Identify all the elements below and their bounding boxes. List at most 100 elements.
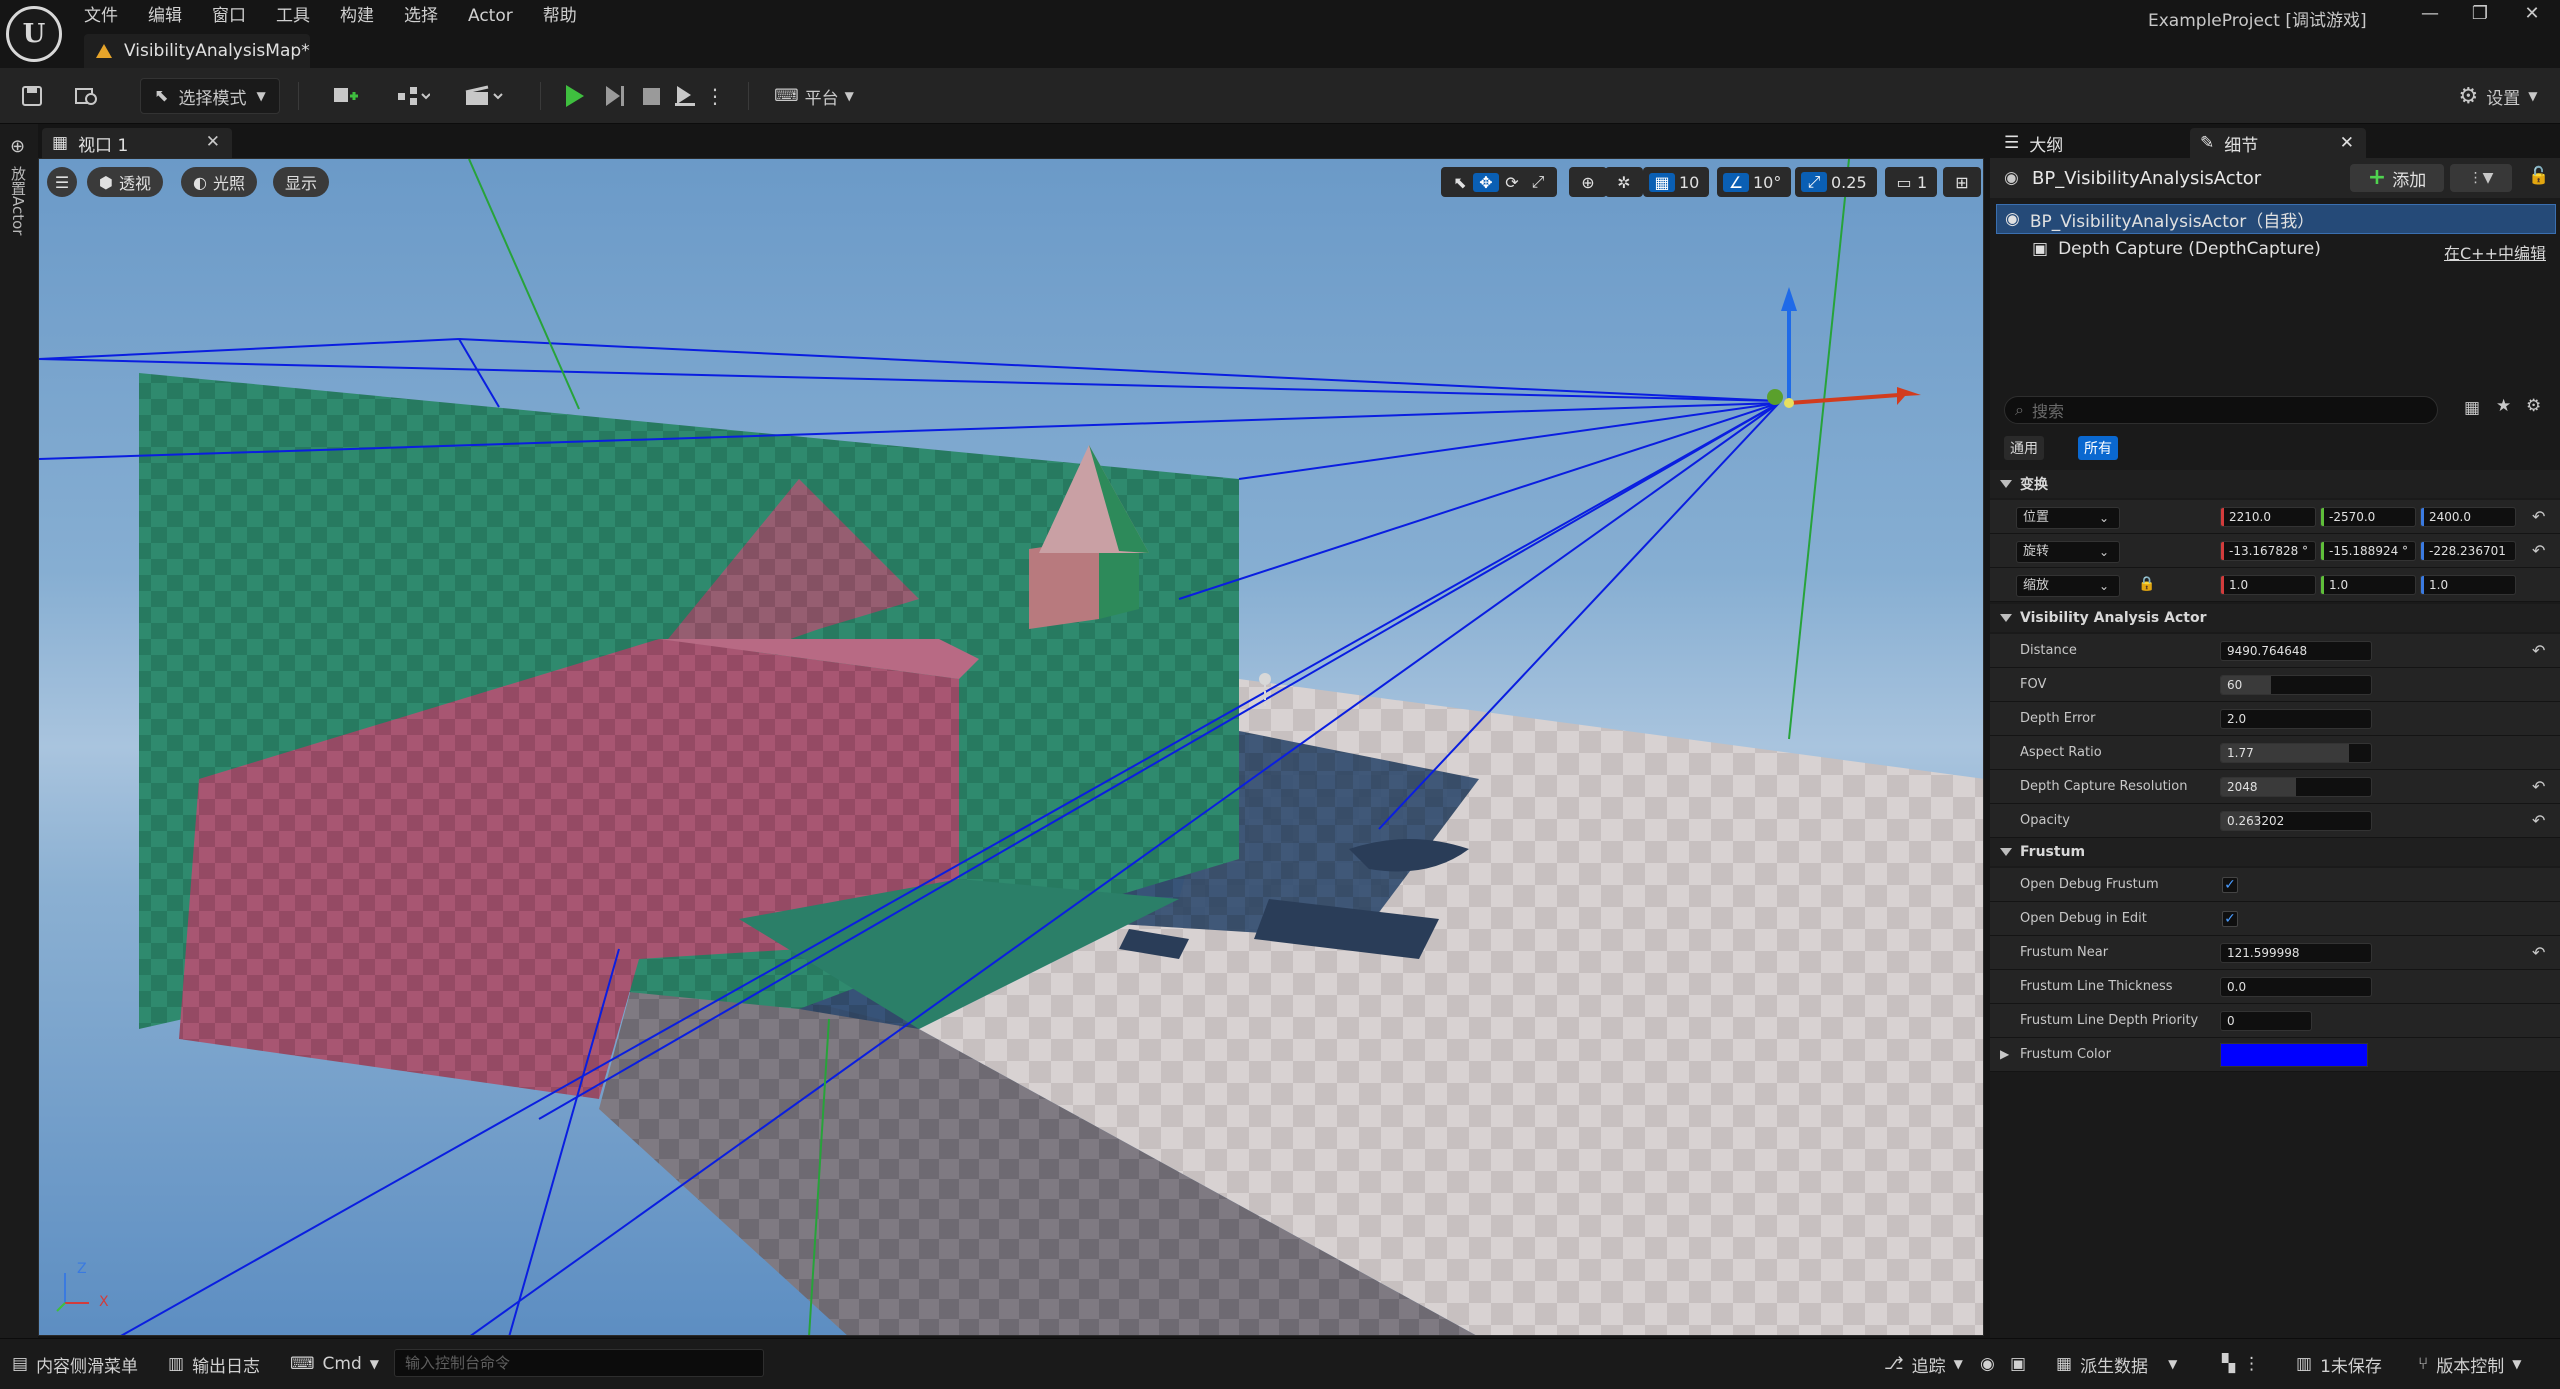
rotation-snap-button[interactable]: ∠ 10° [1717,167,1792,197]
scale-tool-icon[interactable]: ⤢ [1525,172,1551,192]
play-button[interactable] [560,78,590,114]
aspect-ratio-slider[interactable]: 1.77 [2220,743,2372,763]
reset-arrow-icon[interactable]: ↶ [2532,541,2545,560]
opacity-slider[interactable]: 0.263202 [2220,811,2372,831]
derived-data-dropdown[interactable]: ▦ 派生数据 ▼ [2056,1351,2177,1377]
rotation-x-field[interactable]: -13.167828 ° [2220,541,2316,561]
camera-speed-button[interactable]: ▭ 1 [1885,167,1938,197]
reset-arrow-icon[interactable]: ↶ [2532,943,2545,962]
lit-button[interactable]: ◐ 光照 [181,167,257,197]
resolution-slider[interactable]: 2048 [2220,777,2372,797]
add-component-button[interactable]: + 添加 [2350,164,2444,192]
blueprint-options-button[interactable]: ⋮▼ [2450,164,2512,192]
menu-edit[interactable]: 编辑 [148,2,197,30]
source-control-dropdown[interactable]: ⑂ 版本控制 ▼ [2418,1351,2521,1377]
place-actors-tab[interactable]: 放置Actor [8,166,29,235]
distance-field[interactable]: 9490.764648 [2220,641,2372,661]
table-view-icon[interactable]: ▦ [2464,398,2480,418]
close-tab-icon[interactable]: ✕ [206,132,220,152]
lock-icon[interactable]: 🔒 [2138,576,2155,592]
scale-z-field[interactable]: 1.0 [2420,575,2516,595]
menu-build[interactable]: 构建 [340,2,389,30]
cinematics-icon[interactable] [456,78,512,114]
maximize-button[interactable]: ❐ [2460,2,2500,26]
menu-help[interactable]: 帮助 [543,2,592,30]
viewport-menu-button[interactable]: ☰ [47,167,77,197]
open-debug-edit-checkbox[interactable]: ✓ [2222,911,2238,927]
screenshot-button[interactable]: ▣ [2010,1351,2026,1377]
frustum-color-swatch[interactable] [2220,1043,2368,1067]
gear-icon[interactable]: ⚙ [2526,396,2541,416]
open-debug-frustum-checkbox[interactable]: ✓ [2222,877,2238,893]
console-command-input[interactable]: 输入控制台命令 [394,1349,764,1377]
stop-button[interactable] [636,78,666,114]
frustum-section-header[interactable]: Frustum [1990,838,2560,866]
unreal-logo-icon[interactable]: U [6,6,62,62]
scale-x-field[interactable]: 1.0 [2220,575,2316,595]
menu-select[interactable]: 选择 [404,2,453,30]
rotation-dropdown[interactable]: 旋转 ⌄ [2016,541,2120,563]
surface-snap-button[interactable]: ✲ [1605,167,1643,197]
translate-tool-icon[interactable]: ✥ [1473,172,1499,192]
perspective-button[interactable]: ⬢ 透视 [87,167,163,197]
content-browser-icon[interactable] [68,78,104,114]
select-mode-dropdown[interactable]: ⬉ 选择模式 ▼ [140,78,280,114]
tab-outliner[interactable]: ☰ 大纲 [1994,128,2184,158]
location-x-field[interactable]: 2210.0 [2220,507,2316,527]
rotation-z-field[interactable]: -228.236701 ° [2420,541,2516,561]
blueprint-icon[interactable] [388,78,438,114]
scale-dropdown[interactable]: 缩放 ⌄ [2016,575,2120,597]
save-icon[interactable] [14,78,50,114]
unsaved-button[interactable]: ▥ 1未保存 [2296,1351,2382,1377]
minimize-button[interactable]: — [2410,2,2450,26]
reset-arrow-icon[interactable]: ↶ [2532,507,2545,526]
settings-dropdown[interactable]: ⚙ 设置 ▼ [2446,78,2550,114]
filter-general-button[interactable]: 通用 [2004,436,2044,460]
location-z-field[interactable]: 2400.0 [2420,507,2516,527]
content-drawer-button[interactable]: ▤ 内容侧滑菜单 [12,1351,138,1377]
eject-button[interactable] [670,78,700,114]
record-button[interactable]: ◉ [1980,1351,1995,1377]
visibility-section-header[interactable]: Visibility Analysis Actor [1990,604,2560,632]
show-button[interactable]: 显示 [273,167,330,197]
menu-file[interactable]: 文件 [84,2,133,30]
viewport-tab[interactable]: ▦ 视口 1 ✕ [42,128,232,158]
scale-snap-button[interactable]: ⤢ 0.25 [1795,167,1877,197]
frustum-thickness-field[interactable]: 0.0 [2220,977,2372,997]
level-viewport[interactable]: ☰ ⬢ 透视 ◐ 光照 显示 ⬉ ✥ ⟳ ⤢ ⊕ ✲ ▦ 10 ∠ 10° ⤢ … [38,158,1984,1336]
play-options-icon[interactable]: ⋮ [705,78,725,114]
edit-in-cpp-link[interactable]: 在C++中编辑 [2444,240,2546,264]
place-actor-icon[interactable]: ⊕ [10,136,25,157]
menu-actor[interactable]: Actor [468,2,528,30]
output-log-button[interactable]: ▥ 输出日志 [168,1351,260,1377]
filter-all-button[interactable]: 所有 [2078,436,2118,460]
fov-slider[interactable]: 60 [2220,675,2372,695]
advance-frame-button[interactable] [600,78,630,114]
tab-details[interactable]: ✎ 细节 ✕ [2190,128,2366,158]
tree-item-self[interactable]: ◉ BP_VisibilityAnalysisActor（自我） [1996,204,2556,234]
rotate-tool-icon[interactable]: ⟳ [1499,173,1525,192]
close-tab-icon[interactable]: ✕ [2340,133,2354,153]
depth-error-field[interactable]: 2.0 [2220,709,2372,729]
frustum-priority-field[interactable]: 0 [2220,1011,2312,1031]
details-search-input[interactable]: ⌕ 搜索 [2004,396,2438,424]
select-tool-icon[interactable]: ⬉ [1447,173,1473,192]
location-dropdown[interactable]: 位置 ⌄ [2016,507,2120,529]
grid-snap-button[interactable]: ▦ 10 [1643,167,1710,197]
coordinate-system-button[interactable]: ⊕ [1569,167,1607,197]
add-actor-icon[interactable] [322,78,372,114]
expand-arrow-icon[interactable]: ▶ [2000,1047,2009,1061]
transform-section-header[interactable]: 变换 [1990,470,2560,498]
close-window-button[interactable]: ✕ [2512,2,2552,26]
menu-tools[interactable]: 工具 [276,2,325,30]
frustum-near-field[interactable]: 121.599998 [2220,943,2372,963]
location-y-field[interactable]: -2570.0 [2320,507,2416,527]
star-icon[interactable]: ★ [2496,396,2511,416]
reset-arrow-icon[interactable]: ↶ [2532,641,2545,660]
scale-y-field[interactable]: 1.0 [2320,575,2416,595]
viewport-layout-button[interactable]: ⊞ [1943,167,1981,197]
level-tab[interactable]: VisibilityAnalysisMap* [84,34,310,68]
reset-arrow-icon[interactable]: ↶ [2532,811,2545,830]
trace-dropdown[interactable]: ⎇ 追踪 ▼ [1884,1351,1963,1377]
lock-icon[interactable]: 🔓 [2528,166,2549,186]
